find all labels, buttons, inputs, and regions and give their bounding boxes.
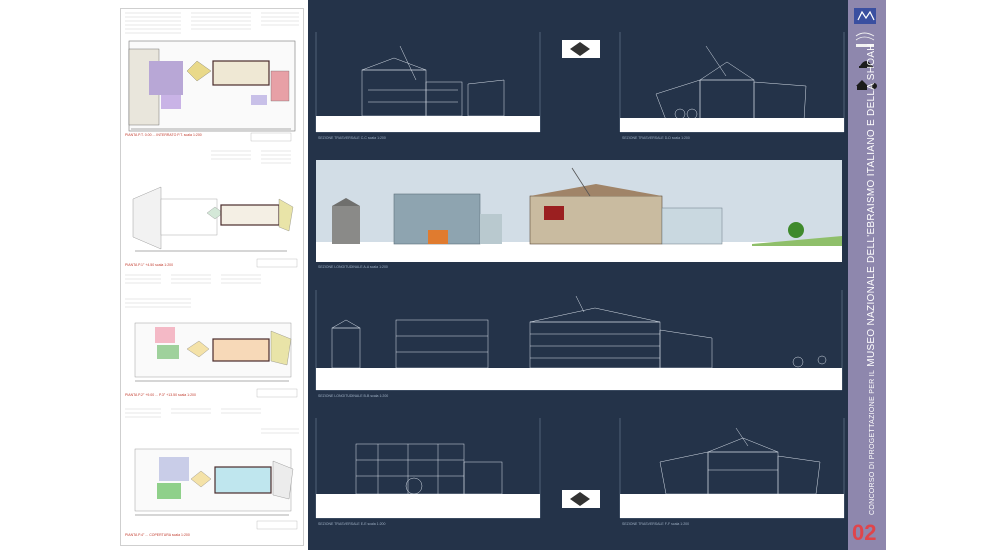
section-3-ground bbox=[316, 494, 540, 518]
long-section-render bbox=[316, 160, 842, 262]
floor-plan-1 bbox=[125, 12, 299, 142]
floor-plan-3 bbox=[125, 274, 298, 398]
section-2-ground bbox=[620, 118, 844, 132]
floor-plans-drawing bbox=[125, 12, 299, 530]
long-section-ground bbox=[316, 368, 842, 390]
sections-sheet: SEZIONE TRASVERSALE C-C scala 1:200 SEZI… bbox=[308, 0, 848, 550]
section-2-caption: SEZIONE TRASVERSALE D-D scala 1:200 bbox=[622, 136, 690, 140]
section-1-ground bbox=[316, 116, 540, 132]
plan-1-caption: PIANTA P.T. 0.00 ... INTERRATO P.T. scal… bbox=[125, 133, 202, 137]
plan-4-caption: PIANTA P.4° ... COPERTURA scala 1:200 bbox=[125, 533, 190, 537]
board-title: CONCORSO DI PROGETTAZIONE PER IL MUSEO N… bbox=[866, 43, 877, 515]
long-section-render-caption: SEZIONE LONGITUDINALE A-A scala 1:200 bbox=[318, 265, 388, 269]
title-main: MUSEO NAZIONALE DELL'EBRAISMO ITALIANO E… bbox=[866, 43, 877, 367]
section-4-caption: SEZIONE TRASVERSALE F-F scala 1:200 bbox=[622, 522, 690, 526]
section-drawing-2 bbox=[619, 32, 845, 133]
key-plan-2 bbox=[562, 490, 600, 508]
sheet-number: 02 bbox=[852, 520, 877, 545]
key-plan-1 bbox=[562, 40, 600, 58]
plan-2-caption: PIANTA P.1° +4.50 scala 1:200 bbox=[125, 263, 174, 267]
sections-drawing bbox=[315, 32, 845, 519]
section-3-caption: SEZIONE TRASVERSALE E-E scala 1:200 bbox=[318, 522, 386, 526]
plan-3-caption: PIANTA P.2° +9.00 ... P.3° +13.50 scala … bbox=[125, 393, 196, 397]
mibac-logo bbox=[854, 8, 876, 24]
title-prefix: CONCORSO DI PROGETTAZIONE PER IL bbox=[869, 369, 876, 515]
floor-plan-4 bbox=[125, 408, 299, 530]
floor-plan-2 bbox=[132, 150, 298, 268]
section-4-ground bbox=[620, 494, 844, 518]
section-1-caption: SEZIONE TRASVERSALE C-C scala 1:200 bbox=[318, 136, 386, 140]
long-section-caption: SEZIONE LONGITUDINALE B-B scala 1:200 bbox=[318, 394, 389, 398]
floor-plans-column: PIANTA P.T. 0.00 ... INTERRATO P.T. scal… bbox=[120, 8, 304, 546]
